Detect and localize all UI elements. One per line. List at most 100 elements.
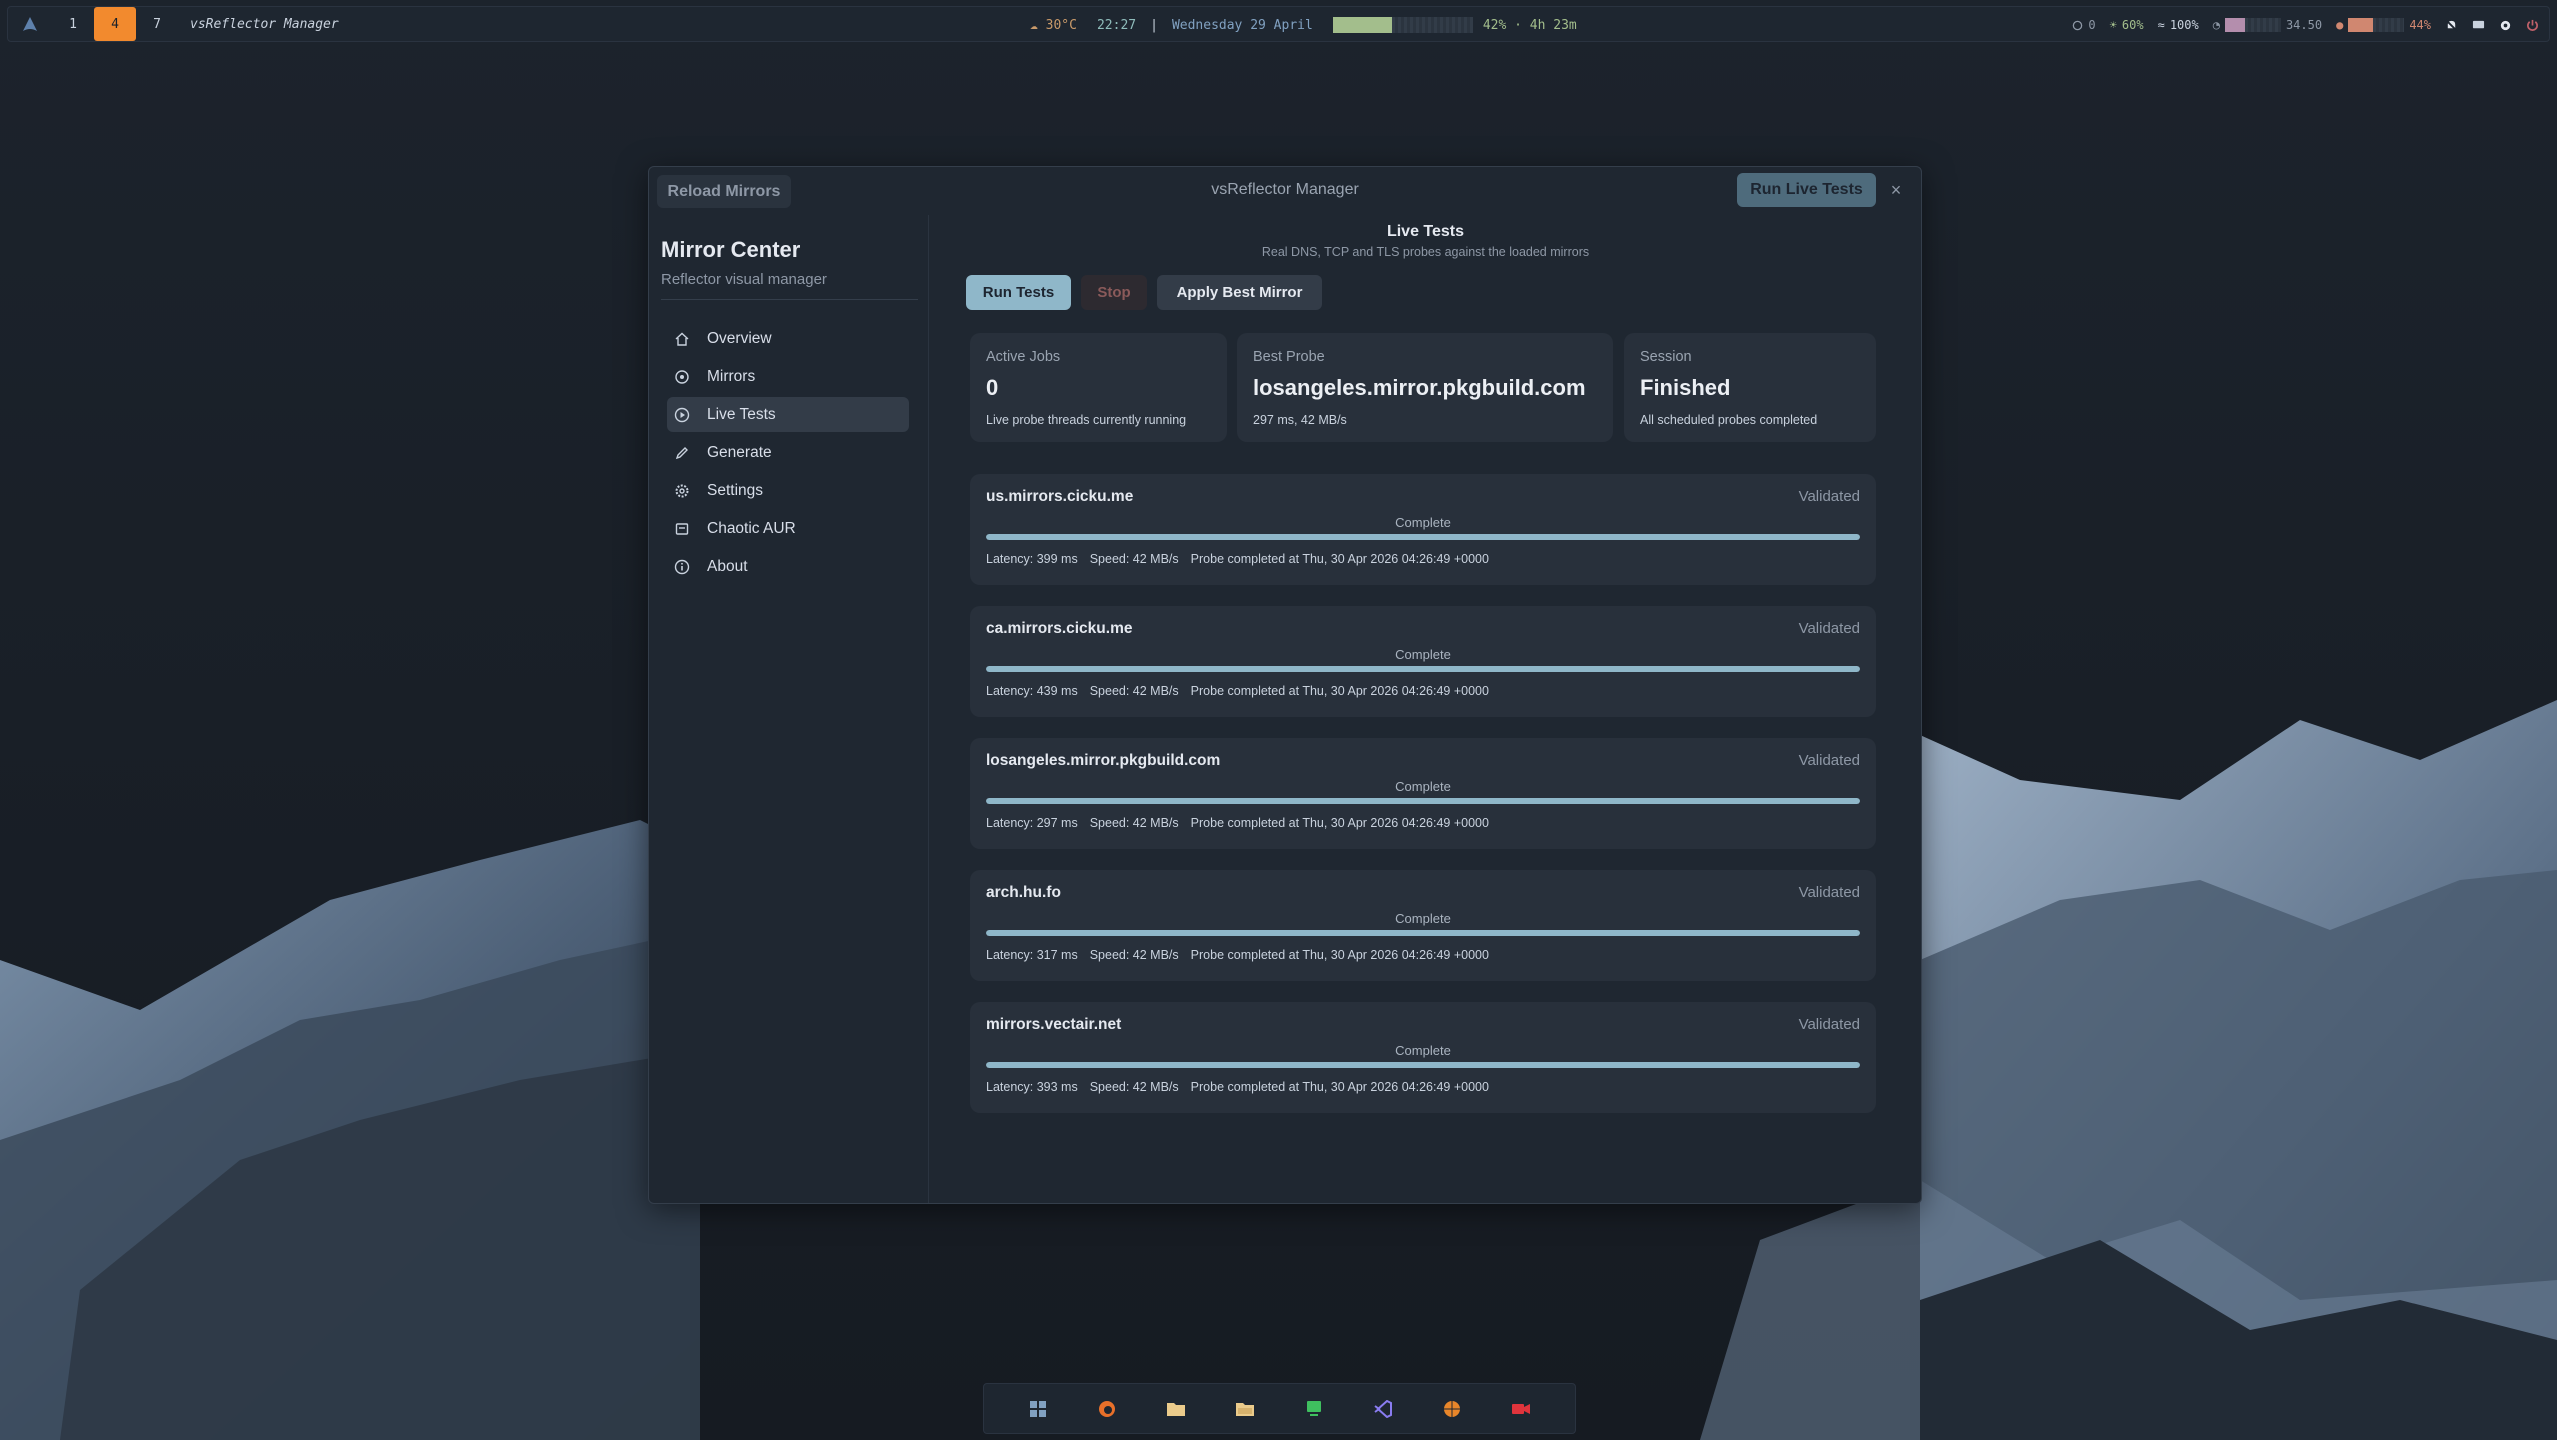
progress-bar bbox=[986, 1062, 1860, 1068]
battery-bar bbox=[1332, 17, 1473, 33]
battery-text: 42% · 4h 23m bbox=[1482, 17, 1577, 33]
probe-speed: Speed: 42 MB/s bbox=[1089, 552, 1179, 566]
page-subtitle: Real DNS, TCP and TLS probes against the… bbox=[1261, 245, 1590, 259]
workspace-1[interactable]: 1 bbox=[52, 6, 94, 42]
probe-host: arch.hu.fo bbox=[986, 884, 1061, 901]
probe-state: Complete bbox=[1395, 779, 1451, 794]
power-icon[interactable] bbox=[2526, 19, 2539, 32]
top-status-bar: 1 4 7 vsReflector Manager ☁ 30°C 22:27 |… bbox=[7, 6, 2550, 42]
progress-bar bbox=[986, 666, 1860, 672]
probe-completed: Probe completed at Thu, 30 Apr 2026 04:2… bbox=[1190, 684, 1489, 698]
clock[interactable]: 22:27 bbox=[1097, 18, 1136, 33]
wifi-icon: ≈ bbox=[2157, 18, 2165, 32]
sidebar-divider bbox=[661, 299, 918, 300]
cpu-icon: ● bbox=[2336, 18, 2344, 32]
probe-host: us.mirrors.cicku.me bbox=[986, 488, 1134, 505]
stat-value: 0 bbox=[986, 375, 999, 400]
stat-note: All scheduled probes completed bbox=[1640, 413, 1818, 427]
apply-best-mirror-button[interactable]: Apply Best Mirror bbox=[1157, 275, 1322, 310]
brightness-indicator[interactable]: ☀ 60% bbox=[2110, 18, 2144, 32]
folder-icon[interactable] bbox=[1165, 1398, 1187, 1420]
workspace-4[interactable]: 4 bbox=[94, 7, 136, 41]
date[interactable]: Wednesday 29 April bbox=[1172, 18, 1313, 33]
firefox-icon[interactable] bbox=[1096, 1398, 1118, 1420]
stat-label: Active Jobs bbox=[986, 349, 1061, 365]
probe-host: losangeles.mirror.pkgbuild.com bbox=[986, 752, 1221, 769]
stat-card-best-probe: Best Probe losangeles.mirror.pkgbuild.co… bbox=[1237, 333, 1613, 442]
sidebar-item-label: About bbox=[707, 557, 748, 575]
probe-latency: Latency: 399 ms bbox=[986, 552, 1078, 566]
camera-recorder-icon[interactable] bbox=[1510, 1398, 1532, 1420]
wifi-indicator[interactable]: ≈ 100% bbox=[2158, 18, 2199, 32]
probe-state: Complete bbox=[1395, 647, 1451, 662]
sidebar-item-generate[interactable]: Generate bbox=[667, 435, 909, 470]
probe-completed: Probe completed at Thu, 30 Apr 2026 04:2… bbox=[1190, 948, 1489, 962]
stat-value: Finished bbox=[1640, 375, 1731, 400]
probe-latency: Latency: 317 ms bbox=[986, 948, 1078, 962]
stat-value: losangeles.mirror.pkgbuild.com bbox=[1253, 375, 1586, 400]
brightness-value: 60% bbox=[2121, 18, 2144, 32]
memory-bar bbox=[2224, 18, 2281, 32]
stat-note: Live probe threads currently running bbox=[986, 413, 1187, 427]
close-icon[interactable]: × bbox=[1885, 179, 1907, 201]
sidebar-title: Mirror Center bbox=[661, 237, 801, 262]
progress-bar bbox=[986, 534, 1860, 540]
probe-meta: Latency: 399 ms Speed: 42 MB/s Probe com… bbox=[986, 552, 1489, 566]
pencil-icon bbox=[673, 444, 691, 462]
notifications-muted-icon[interactable] bbox=[2445, 18, 2458, 32]
probe-card: ca.mirrors.cicku.me Validated Complete L… bbox=[970, 606, 1876, 717]
cpu-indicator[interactable]: ● 44% bbox=[2336, 18, 2431, 32]
status-badge: Validated bbox=[1798, 884, 1860, 901]
run-live-tests-button[interactable]: Run Live Tests bbox=[1737, 173, 1876, 207]
sidebar-item-live-tests[interactable]: Live Tests bbox=[667, 397, 909, 432]
window-title: vsReflector Manager bbox=[1211, 181, 1359, 198]
status-badge: Validated bbox=[1798, 1016, 1860, 1033]
progress-bar bbox=[986, 798, 1860, 804]
sidebar-item-label: Overview bbox=[707, 329, 772, 347]
cpu-bar bbox=[2348, 18, 2405, 32]
memory-indicator[interactable]: ◔ 34.50 bbox=[2213, 18, 2322, 32]
sidebar-item-settings[interactable]: Settings bbox=[667, 473, 909, 508]
sidebar-item-label: Mirrors bbox=[707, 367, 756, 385]
grid-launcher-icon[interactable] bbox=[1027, 1398, 1049, 1420]
focused-window-title: vsReflector Manager bbox=[190, 16, 339, 32]
probe-speed: Speed: 42 MB/s bbox=[1089, 816, 1179, 830]
probe-card: us.mirrors.cicku.me Validated Complete L… bbox=[970, 474, 1876, 585]
sidebar-item-label: Settings bbox=[707, 481, 764, 499]
main-content: Live Tests Real DNS, TCP and TLS probes … bbox=[930, 215, 1921, 1203]
memory-icon: ◔ bbox=[2212, 18, 2220, 32]
probe-meta: Latency: 439 ms Speed: 42 MB/s Probe com… bbox=[986, 684, 1489, 698]
workspace-switcher: 1 4 7 vsReflector Manager bbox=[8, 7, 339, 41]
probe-card: losangeles.mirror.pkgbuild.com Validated… bbox=[970, 738, 1876, 849]
probe-completed: Probe completed at Thu, 30 Apr 2026 04:2… bbox=[1190, 552, 1489, 566]
chat-icon[interactable] bbox=[2472, 19, 2485, 32]
sidebar-item-about[interactable]: About bbox=[667, 549, 909, 584]
gear-icon bbox=[673, 482, 691, 500]
vscode-icon[interactable] bbox=[1372, 1398, 1394, 1420]
status-badge: Validated bbox=[1798, 488, 1860, 505]
monitor-icon[interactable] bbox=[1303, 1398, 1325, 1420]
status-separator: | bbox=[1150, 17, 1158, 33]
wifi-value: 100% bbox=[2169, 18, 2199, 32]
window-titlebar: Reload Mirrors vsReflector Manager Run L… bbox=[649, 167, 1921, 215]
center-status: ☁ 30°C 22:27 | Wednesday 29 April 42% · … bbox=[1030, 7, 1577, 43]
basketball-icon[interactable] bbox=[1441, 1398, 1463, 1420]
arch-logo-icon[interactable] bbox=[8, 16, 52, 32]
sidebar-subtitle: Reflector visual manager bbox=[661, 271, 827, 288]
run-tests-button[interactable]: Run Tests bbox=[966, 275, 1071, 310]
status-badge: Validated bbox=[1798, 620, 1860, 637]
probe-card: arch.hu.fo Validated Complete Latency: 3… bbox=[970, 870, 1876, 981]
sidebar-item-overview[interactable]: Overview bbox=[667, 321, 909, 356]
sidebar-item-chaotic-aur[interactable]: Chaotic AUR bbox=[667, 511, 909, 546]
info-icon bbox=[673, 558, 691, 576]
updates-indicator[interactable]: 0 bbox=[2072, 18, 2096, 32]
settings-gear-icon[interactable] bbox=[2499, 19, 2512, 32]
stat-label: Session bbox=[1640, 349, 1692, 365]
folder-open-icon[interactable] bbox=[1234, 1398, 1256, 1420]
stop-button[interactable]: Stop bbox=[1081, 275, 1147, 310]
sidebar-item-mirrors[interactable]: Mirrors bbox=[667, 359, 909, 394]
workspace-7[interactable]: 7 bbox=[136, 6, 178, 42]
probe-latency: Latency: 439 ms bbox=[986, 684, 1078, 698]
probe-card: mirrors.vectair.net Validated Complete L… bbox=[970, 1002, 1876, 1113]
home-icon bbox=[673, 330, 691, 348]
